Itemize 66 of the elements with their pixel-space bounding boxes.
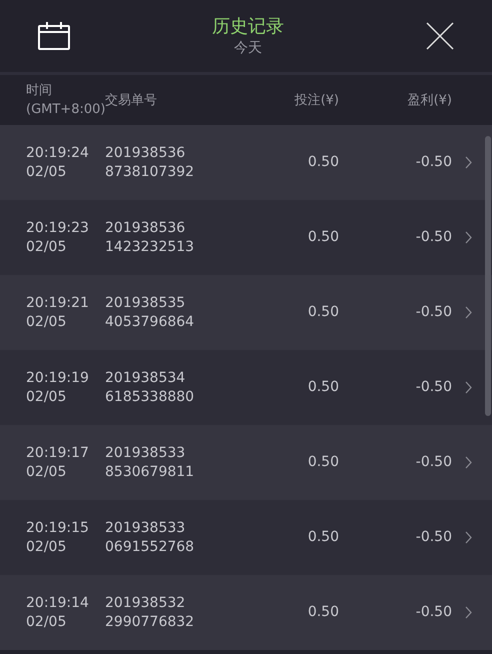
profit-amount: -0.50 [416,303,452,322]
stake-amount: 0.50 [308,153,339,172]
profit-amount: -0.50 [416,378,452,397]
chevron-right-icon [465,156,472,169]
history-row[interactable]: 20:19:21 02/05 201938535 4053796864 0.50 -0.50 [0,275,492,350]
stake-amount: 0.50 [308,303,339,322]
chevron-right-icon [465,306,472,319]
column-header: (GMT+8:00) [26,101,105,119]
chevron-right-icon [465,606,472,619]
scrollbar-thumb[interactable] [485,136,491,416]
calendar-icon[interactable] [38,22,70,50]
history-row[interactable]: 20:19:23 02/05 201938536 1423232513 0.50 -0.50 [0,200,492,275]
chevron-right-icon [465,231,472,244]
order-number: 201938534 [105,368,186,388]
time-text: 20:19:24 [26,144,90,162]
order-number: 201938533 [105,444,186,462]
date-filter-label: 今天 [234,39,262,57]
order-number: 8738107392 [105,162,196,182]
chevron-right-icon [465,381,472,394]
date-text: 02/05 [26,162,68,182]
history-row[interactable]: 20:19:17 02/05 201938533 8530679811 0.50 -0.50 [0,425,492,500]
time-text: 20:19:21 [26,294,90,312]
column-header: 投注(¥) [294,92,339,110]
profit-amount: -0.50 [416,228,452,247]
column-header: 交易单号 [105,92,158,110]
date-text: 02/05 [26,312,68,332]
history-row[interactable]: 20:19:24 02/05 201938536 8738107392 0.50 -0.50 [0,125,492,200]
order-number: 201938533 [105,518,186,538]
time-text: 20:19:23 [26,218,90,238]
close-icon[interactable] [426,22,454,50]
stake-amount: 0.50 [308,528,339,547]
time-text: 20:19:19 [26,368,90,388]
order-number: 6185338880 [105,388,196,406]
time-text: 20:19:15 [26,518,90,538]
page-title: 历史记录 [212,15,284,39]
order-number: 201938532 [105,594,186,612]
column-header: 盈利(¥) [406,92,452,110]
history-row[interactable]: 20:19:15 02/05 201938533 0691552768 0.50 -0.50 [0,500,492,575]
order-number: 201938535 [105,294,186,312]
date-text: 02/05 [26,388,68,406]
history-row[interactable]: 20:19:14 02/05 201938532 2990776832 0.50 -0.50 [0,575,492,650]
order-number: 4053796864 [105,312,196,332]
profit-amount: -0.50 [416,453,452,472]
stake-amount: 0.50 [308,453,339,472]
column-header: 时间 [26,82,53,100]
profit-amount: -0.50 [416,153,452,172]
order-number: 201938536 [105,218,186,238]
time-text: 20:19:17 [26,444,90,462]
order-number: 8530679811 [105,462,196,482]
stake-amount: 0.50 [308,603,339,622]
profit-amount: -0.50 [416,528,452,547]
chevron-right-icon [465,531,472,544]
date-text: 02/05 [26,612,68,632]
order-number: 201938536 [105,144,186,162]
order-number: 0691552768 [105,538,196,556]
order-number: 1423232513 [105,238,196,256]
stake-amount: 0.50 [308,228,339,247]
order-number: 2990776832 [105,612,196,632]
stake-amount: 0.50 [308,378,339,397]
chevron-right-icon [465,456,472,469]
date-text: 02/05 [26,462,68,482]
history-row[interactable]: 20:19:19 02/05 201938534 6185338880 0.50 -0.50 [0,350,492,425]
date-text: 02/05 [26,538,68,556]
date-text: 02/05 [26,238,68,256]
profit-amount: -0.50 [416,603,452,622]
time-text: 20:19:14 [26,594,90,612]
